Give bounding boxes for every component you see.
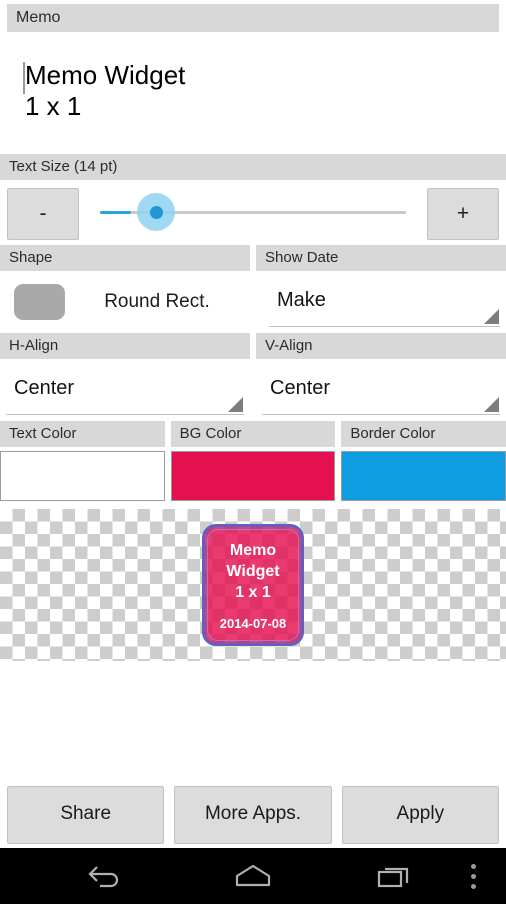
v-align-label: V-Align bbox=[256, 333, 506, 359]
memo-section-label: Memo bbox=[7, 4, 499, 32]
shape-value: Round Rect. bbox=[104, 291, 210, 312]
android-navigation-bar bbox=[0, 848, 506, 904]
border-color-label: Border Color bbox=[341, 421, 506, 447]
bg-color-label: BG Color bbox=[170, 421, 336, 447]
v-align-spinner[interactable]: Center bbox=[262, 363, 500, 415]
show-date-spinner[interactable]: Make bbox=[269, 275, 500, 327]
h-align-spinner[interactable]: Center bbox=[6, 363, 244, 415]
align-row: Center Center bbox=[0, 359, 506, 421]
show-date-label: Show Date bbox=[256, 245, 506, 271]
show-date-value: Make bbox=[277, 289, 326, 311]
widget-preview[interactable]: Memo Widget 1 x 1 2014-07-08 bbox=[202, 524, 304, 646]
color-labels: Text Color BG Color Border Color bbox=[0, 421, 506, 447]
chevron-down-icon bbox=[484, 309, 499, 324]
chevron-down-icon bbox=[228, 397, 243, 412]
apply-button[interactable]: Apply bbox=[341, 786, 499, 844]
h-align-value: Center bbox=[14, 377, 75, 399]
text-caret bbox=[23, 62, 25, 94]
shape-selector[interactable]: Round Rect. bbox=[0, 271, 257, 333]
v-align-column: Center bbox=[256, 359, 506, 421]
back-icon[interactable] bbox=[75, 848, 135, 904]
home-icon[interactable] bbox=[223, 848, 283, 904]
shape-label: Shape bbox=[0, 245, 250, 271]
text-color-label: Text Color bbox=[0, 421, 165, 447]
text-size-label: Text Size (14 pt) bbox=[0, 154, 506, 180]
text-size-increase-button[interactable]: + bbox=[427, 188, 499, 240]
shape-showdate-labels: Shape Show Date bbox=[0, 245, 506, 271]
color-swatch-row bbox=[0, 447, 506, 509]
action-button-bar: Share More Apps. Apply bbox=[0, 786, 506, 844]
chevron-down-icon bbox=[484, 397, 499, 412]
share-button[interactable]: Share bbox=[7, 786, 165, 844]
border-color-swatch[interactable] bbox=[341, 451, 506, 501]
show-date-column: Make bbox=[263, 271, 506, 333]
shape-showdate-row: Round Rect. Make bbox=[0, 271, 506, 333]
align-labels: H-Align V-Align bbox=[0, 333, 506, 359]
bg-color-swatch[interactable] bbox=[170, 451, 336, 501]
text-size-decrease-button[interactable]: - bbox=[7, 188, 79, 240]
overflow-menu-icon[interactable] bbox=[455, 848, 491, 904]
recents-icon[interactable] bbox=[365, 848, 425, 904]
widget-preview-date: 2014-07-08 bbox=[219, 616, 287, 631]
overflow-dot bbox=[470, 873, 476, 879]
shape-preview-swatch[interactable] bbox=[14, 284, 65, 320]
text-size-controls: - + bbox=[0, 180, 506, 245]
widget-preview-text: Memo Widget 1 x 1 bbox=[226, 542, 280, 601]
more-apps-button[interactable]: More Apps. bbox=[174, 786, 332, 844]
slider-thumb[interactable] bbox=[150, 206, 163, 219]
text-size-slider[interactable] bbox=[100, 180, 406, 245]
memo-input-value: Memo Widget 1 x 1 bbox=[25, 60, 186, 121]
overflow-dot bbox=[470, 883, 476, 889]
h-align-column: Center bbox=[0, 359, 250, 421]
slider-fill bbox=[100, 211, 131, 214]
v-align-value: Center bbox=[270, 377, 331, 399]
text-color-swatch[interactable] bbox=[0, 451, 165, 501]
memo-input[interactable]: Memo Widget 1 x 1 bbox=[7, 32, 499, 154]
widget-preview-area: Memo Widget 1 x 1 2014-07-08 bbox=[0, 509, 506, 661]
overflow-dot bbox=[470, 863, 476, 869]
h-align-label: H-Align bbox=[0, 333, 250, 359]
